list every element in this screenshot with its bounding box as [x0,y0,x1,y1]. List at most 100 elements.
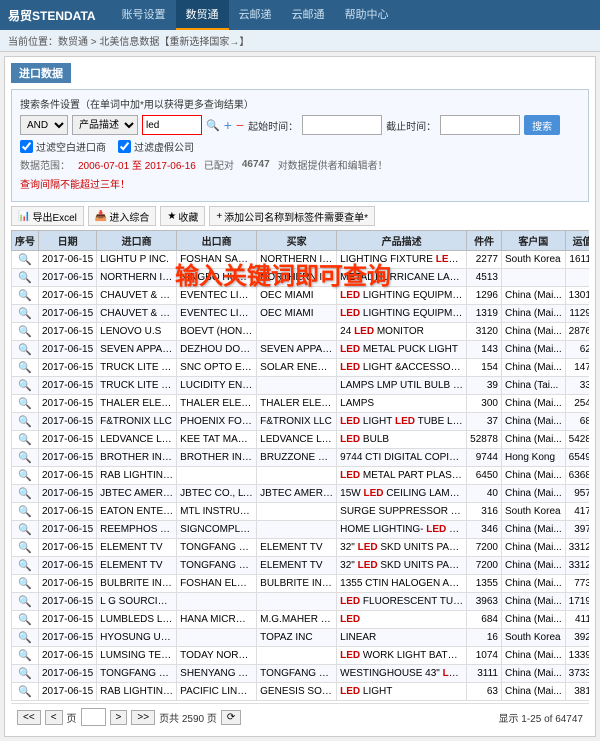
row-search-icon[interactable]: 🔍 [12,323,39,341]
page-next-button[interactable]: > [110,710,128,725]
cell-importer[interactable]: ELEMENT TV [97,539,177,557]
col-header-country[interactable]: 客户国 [501,231,565,251]
cell-buyer[interactable] [257,521,337,539]
cell-exporter[interactable]: KEE TAT MANUF... [177,431,257,449]
cell-importer[interactable]: RAB LIGHTING I... [97,683,177,701]
nav-cloudtong[interactable]: 云邮通 [282,0,335,30]
cell-buyer[interactable]: GENESIS SOLUTI... [257,683,337,701]
cell-exporter[interactable]: PHOENIX FOREIG... [177,413,257,431]
row-search-icon[interactable]: 🔍 [12,341,39,359]
cell-importer[interactable]: SEVEN APPAREL [97,341,177,359]
cell-importer[interactable]: L G SOURCING,I... [97,593,177,611]
cell-importer[interactable]: LUMBLEDS LLC [97,611,177,629]
row-search-icon[interactable]: 🔍 [12,539,39,557]
cell-exporter[interactable]: SIGNCOMPLEXLTD [177,521,257,539]
cell-exporter[interactable]: HANA MICROELE... [177,611,257,629]
cell-buyer[interactable]: JBTEC AMERICA... [257,485,337,503]
cell-buyer[interactable]: TONGFANG GLO... [257,665,337,683]
cell-buyer[interactable] [257,323,337,341]
cell-importer[interactable]: LEDVANCE LLC [97,431,177,449]
row-search-icon[interactable]: 🔍 [12,449,39,467]
row-search-icon[interactable]: 🔍 [12,593,39,611]
cell-importer[interactable]: LUMSING TECHN... [97,647,177,665]
cell-exporter[interactable]: EVENTEC LIMITED [177,305,257,323]
cell-importer[interactable]: TRUCK LITE COM... [97,377,177,395]
refresh-button[interactable]: ⟳ [221,710,241,725]
add-company-button[interactable]: + 添加公司名称到标签件需要查单* [209,206,375,226]
cell-importer[interactable]: HYOSUNG USA I... [97,629,177,647]
cell-buyer[interactable]: NORTHERN INTE... [257,251,337,269]
row-search-icon[interactable]: 🔍 [12,251,39,269]
cell-exporter[interactable]: BROTHER INDUS... [177,449,257,467]
cell-buyer[interactable] [257,467,337,485]
cell-exporter[interactable]: BOEVT (HONG K... [177,323,257,341]
checkbox-fake-company[interactable]: 过滤虚假公司 [118,139,194,154]
row-search-icon[interactable]: 🔍 [12,377,39,395]
cell-buyer[interactable]: ELEMENT TV [257,539,337,557]
add-condition-icon[interactable]: + [224,117,232,133]
cell-importer[interactable]: CHAUVET & SON... [97,305,177,323]
cell-buyer[interactable]: SEVEN APPAREL [257,341,337,359]
cell-exporter[interactable]: MTL INSTRUMEN... [177,503,257,521]
cell-importer[interactable]: LIGHTU P INC. [97,251,177,269]
logic-select[interactable]: AND OR [20,115,68,135]
cell-buyer[interactable]: BULBRITE INDUS... [257,575,337,593]
page-input[interactable]: 1 [81,708,106,726]
nav-account[interactable]: 账号设置 [112,0,176,30]
cell-buyer[interactable]: ELEMENT TV [257,557,337,575]
row-search-icon[interactable]: 🔍 [12,521,39,539]
field-select[interactable]: 产品描述 进口商 出口商 买家 [72,115,138,135]
cell-exporter[interactable]: EVENTEC LIMITED [177,287,257,305]
cell-exporter[interactable]: TONGFANG GLO... [177,539,257,557]
cell-buyer[interactable]: F&TRONIX LLC [257,413,337,431]
cell-exporter[interactable]: FOSHAN ELECTR... [177,575,257,593]
cell-buyer[interactable] [257,377,337,395]
cell-exporter[interactable] [177,629,257,647]
cell-exporter[interactable]: TODAY NORTH L... [177,647,257,665]
cell-exporter[interactable]: SHENYANG TON... [177,665,257,683]
nav-datamall[interactable]: 数贸通 [176,0,229,30]
row-search-icon[interactable]: 🔍 [12,467,39,485]
cell-importer[interactable]: BROTHER INTER... [97,449,177,467]
cell-importer[interactable]: TRUCK LITE COM... [97,359,177,377]
cell-exporter[interactable]: THALER ELECTRIC [177,395,257,413]
page-first-button[interactable]: << [17,710,41,725]
cell-exporter[interactable] [177,593,257,611]
export-excel-button[interactable]: 📊 导出Excel [11,206,84,226]
page-prev-button[interactable]: < [45,710,63,725]
cell-importer[interactable]: EATON ENTERPR... [97,503,177,521]
col-header-importer[interactable]: 进口商 [97,231,177,251]
col-header-exporter[interactable]: 出口商 [177,231,257,251]
row-search-icon[interactable]: 🔍 [12,431,39,449]
import-synthesis-button[interactable]: 📥 进入综合 [88,206,156,226]
cell-exporter[interactable]: FOSHAN SANSH... [177,251,257,269]
cell-exporter[interactable]: JBTEC CO., LTD. [177,485,257,503]
collect-button[interactable]: ★ 收藏 [160,206,205,226]
cell-buyer[interactable]: OEC MIAMI [257,287,337,305]
cell-buyer[interactable]: TOPAZ INC [257,629,337,647]
row-search-icon[interactable]: 🔍 [12,287,39,305]
row-search-icon[interactable]: 🔍 [12,683,39,701]
cell-importer[interactable]: RAB LIGHTING INC [97,467,177,485]
nav-cloudmail[interactable]: 云邮递 [229,0,282,30]
cell-buyer[interactable]: SOLAR ENERGY ... [257,359,337,377]
row-search-icon[interactable]: 🔍 [12,503,39,521]
end-date-input[interactable]: 2017-06-22 [440,115,520,135]
cell-exporter[interactable]: LUCIDITY ENTER... [177,377,257,395]
row-search-icon[interactable]: 🔍 [12,485,39,503]
cell-importer[interactable]: CHAUVET & SON... [97,287,177,305]
cell-exporter[interactable]: DEZHOU DODO ... [177,341,257,359]
col-header-value[interactable]: 运值 [565,231,589,251]
cell-exporter[interactable]: NINGBO HUAMA... [177,269,257,287]
row-search-icon[interactable]: 🔍 [12,647,39,665]
row-search-icon[interactable]: 🔍 [12,413,39,431]
cell-buyer[interactable]: BRUZZONE SHIP... [257,449,337,467]
row-search-icon[interactable]: 🔍 [12,665,39,683]
cell-importer[interactable]: TONGFANG GLO... [97,665,177,683]
row-search-icon[interactable]: 🔍 [12,629,39,647]
cell-exporter[interactable]: SNC OPTO ELEC... [177,359,257,377]
checkbox-no-importer[interactable]: 过滤空白进口商 [20,139,106,154]
keyword-input[interactable]: led [142,115,202,135]
cell-importer[interactable]: REEMPHOS TECH... [97,521,177,539]
cell-buyer[interactable]: OEC MIAMI [257,305,337,323]
